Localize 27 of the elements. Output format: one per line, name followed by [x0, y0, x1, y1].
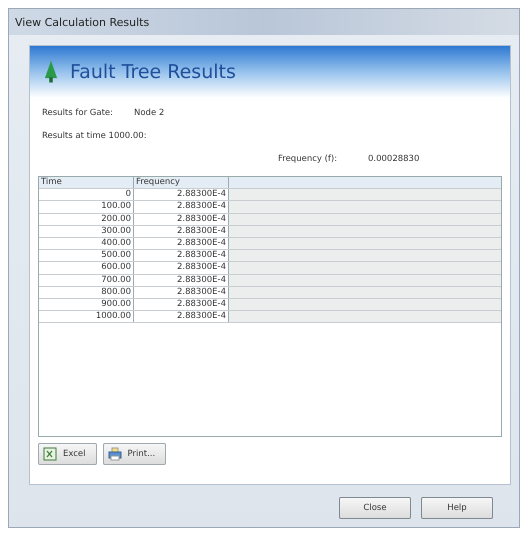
table-cell: 300.00 [39, 226, 134, 237]
tree-icon [44, 60, 58, 84]
frequency-label: Frequency (f): [278, 154, 338, 164]
printer-icon [108, 447, 122, 461]
dialog-button[interactable]: Help [421, 497, 493, 519]
excel-button[interactable]: Excel [38, 443, 97, 465]
table-cell: 400.00 [39, 238, 134, 250]
column-header[interactable]: Frequency [134, 177, 229, 188]
gate-label: Results for Gate: [42, 108, 114, 118]
table-cell: 0 [39, 189, 134, 200]
spreadsheet-icon [43, 447, 57, 461]
gate-value: Node 2 [134, 108, 164, 118]
table-cell: 700.00 [39, 274, 134, 286]
print-button[interactable]: Print... [102, 443, 166, 465]
column-header[interactable]: Time [39, 177, 134, 188]
frequency-value: 0.00028830 [368, 154, 420, 164]
table-cell: 1000.00 [39, 311, 134, 322]
dialog-button[interactable]: Close [339, 497, 411, 519]
table-cell: 100.00 [39, 201, 134, 213]
table-cell: 200.00 [39, 214, 134, 225]
header-title: Fault Tree Results [70, 61, 236, 83]
table-cell: 800.00 [39, 286, 134, 298]
table-cell: 500.00 [39, 250, 134, 262]
time-label: Results at time 1000.00: [42, 131, 147, 141]
window-title: View Calculation Results [15, 16, 150, 28]
table-cell: 900.00 [39, 298, 134, 310]
table-cell: 600.00 [39, 262, 134, 274]
